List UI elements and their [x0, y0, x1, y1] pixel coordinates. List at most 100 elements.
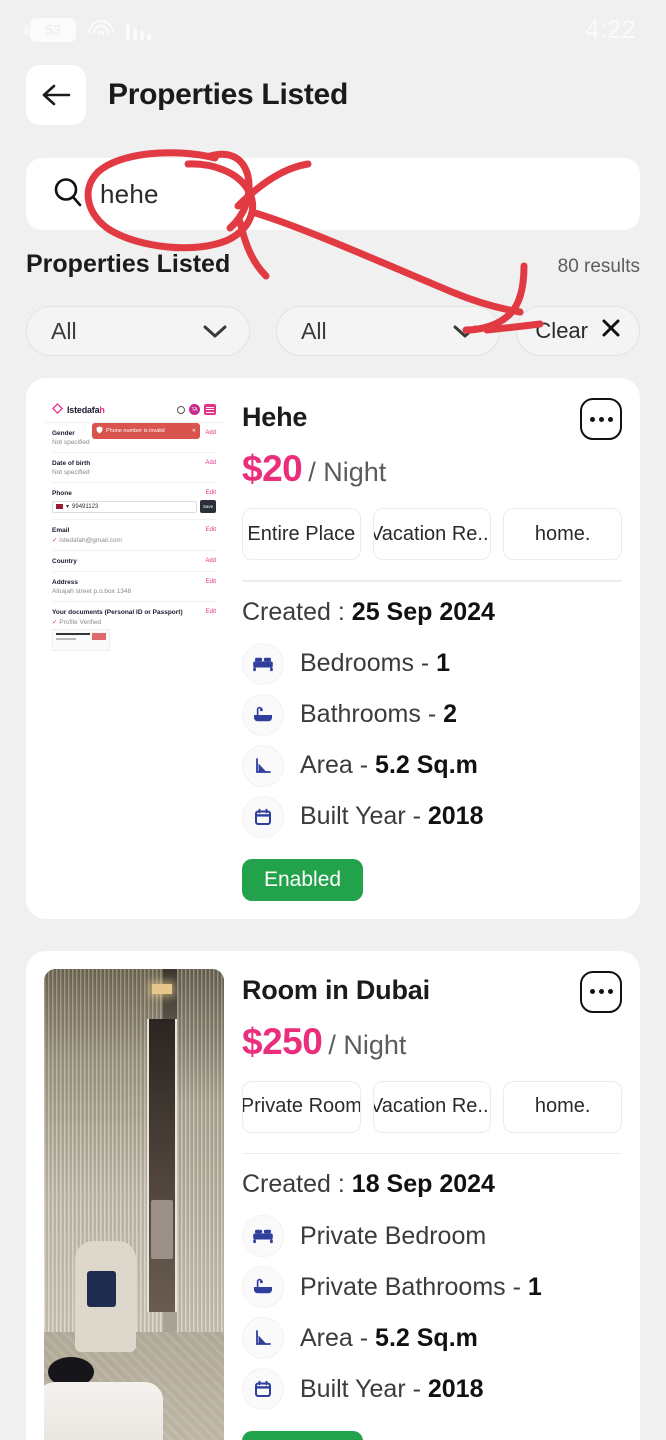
bathtub-icon [242, 693, 284, 736]
detail-label: Built Year - [300, 802, 421, 830]
detail-value: 2018 [427, 1374, 484, 1403]
form-row-country: Country Add [52, 551, 216, 572]
bed-icon [242, 1215, 284, 1257]
bathtub-icon [242, 1266, 284, 1308]
bed-icon [242, 642, 284, 685]
form-row-dob: Date of birth Not specified Add [52, 453, 216, 483]
istedafah-diamond-icon [52, 403, 63, 416]
search-value: hehe [100, 178, 159, 209]
form-shot-header: Istedafah TA [44, 396, 224, 423]
detail-row-bedrooms: Private Bedroom [242, 1215, 622, 1257]
status-badge: Enabled [242, 858, 364, 901]
more-options-icon[interactable] [580, 398, 622, 440]
property-tag[interactable]: Vacation Re... [372, 508, 492, 560]
calendar-icon [242, 795, 284, 838]
detail-text: Built Year - 2018 [300, 1375, 484, 1404]
globe-icon [177, 405, 185, 414]
form-row-action: Add [205, 558, 216, 564]
hamburger-icon [204, 404, 216, 415]
search-input[interactable]: hehe [26, 158, 640, 230]
phone-field-row: ▾ 99491123 Save [52, 500, 216, 513]
detail-label: Built Year - [300, 1374, 421, 1403]
created-date: 18 Sep 2024 [351, 1170, 495, 1198]
document-preview [52, 629, 110, 651]
property-created: Created : 25 Sep 2024 [242, 598, 622, 627]
phone-input: ▾ 99491123 [52, 500, 197, 513]
detail-label: Private Bathrooms - [300, 1272, 521, 1301]
flag-icon [56, 504, 63, 509]
form-row-label: Date of birth [52, 460, 91, 467]
form-row-label: Address [52, 579, 79, 586]
detail-text: Bedrooms - 1 [300, 649, 450, 678]
property-price-row: $250 / Night [242, 1021, 622, 1063]
detail-value: 2 [443, 700, 458, 728]
section-header: Properties Listed 80 results [26, 250, 640, 279]
chevron-down-icon [453, 318, 477, 345]
detail-value: 5.2 Sq.m [375, 1323, 478, 1352]
divider [242, 1152, 622, 1154]
detail-label: Bedrooms - [300, 649, 430, 677]
property-tag[interactable]: Private Room [242, 1080, 361, 1133]
back-button[interactable] [26, 65, 86, 125]
property-card-body: Room in Dubai $250 / Night Private Room … [242, 969, 623, 1440]
property-tag[interactable]: Entire Place [242, 508, 361, 560]
property-price-unit: / Night [328, 1029, 407, 1060]
phone-value: 99491123 [72, 503, 99, 510]
property-card[interactable]: Istedafah TA Phone number is invalid ✕ G… [26, 378, 640, 919]
property-price-row: $20 / Night [242, 448, 622, 490]
filter-dropdown-1[interactable]: All [26, 306, 250, 356]
signal-bars-icon [126, 20, 151, 40]
form-row-action: Add [205, 430, 216, 436]
form-row-value: Alnajah street p.o.box 1348 [52, 588, 132, 595]
created-label: Created : [242, 1170, 345, 1198]
page-title: Properties Listed [108, 78, 348, 111]
filter-dropdown-2[interactable]: All [276, 306, 500, 356]
form-shot-header-icons: TA [177, 404, 216, 415]
detail-value: 5.2 Sq.m [375, 751, 478, 779]
chevron-down-icon [203, 318, 227, 345]
detail-value: 1 [436, 649, 451, 677]
form-row-email: Email ✓ istedafah@gmail.com Edit [52, 520, 216, 551]
detail-label: Bathrooms - [300, 700, 437, 728]
more-options-icon[interactable] [580, 970, 622, 1013]
divider [242, 580, 622, 582]
clear-filters-button[interactable]: Clear [516, 306, 640, 356]
property-details: Private Bedroom Private Bathrooms - 1 Ar… [242, 1215, 622, 1410]
detail-row-bedrooms: Bedrooms - 1 [242, 642, 622, 685]
save-button: Save [200, 500, 216, 513]
form-row-label: Phone [52, 490, 72, 497]
property-tag[interactable]: Vacation Re... [372, 1080, 492, 1133]
verified-text: Profile Verified [59, 619, 102, 626]
status-badge: Enabled [242, 1431, 364, 1440]
created-date: 25 Sep 2024 [351, 597, 495, 626]
property-thumbnail[interactable]: Istedafah TA Phone number is invalid ✕ G… [44, 396, 224, 901]
detail-text: Bathrooms - 2 [300, 700, 457, 729]
form-row-action: Edit [205, 579, 216, 585]
chevron-down-icon: ▾ [66, 504, 70, 510]
created-label: Created : [242, 597, 345, 626]
form-row-action: Edit [205, 609, 216, 615]
property-title: Room in Dubai [242, 974, 430, 1005]
property-tag[interactable]: home. [503, 1080, 623, 1133]
area-icon [242, 744, 284, 787]
status-bar-left: 53 [24, 18, 151, 42]
property-thumbnail[interactable] [44, 968, 224, 1440]
detail-row-area: Area - 5.2 Sq.m [242, 744, 622, 787]
avatar: TA [189, 404, 200, 415]
form-shot-rows: Gender Not specified Add Date of birth N… [44, 423, 224, 657]
property-tags: Entire Place Vacation Re... home. [242, 508, 623, 560]
detail-row-bathrooms: Private Bathrooms - 1 [242, 1266, 622, 1308]
detail-value: 2018 [427, 802, 484, 830]
form-row-action: Add [205, 460, 216, 466]
property-price: $20 [242, 448, 303, 489]
property-card[interactable]: Room in Dubai $250 / Night Private Room … [26, 950, 640, 1440]
arrow-left-icon [41, 83, 71, 107]
status-bar: 53 4:22 [0, 0, 666, 60]
detail-row-built-year: Built Year - 2018 [242, 795, 622, 838]
form-row-value: ✓ istedafah@gmail.com [52, 536, 216, 544]
property-card-body: Hehe $20 / Night Entire Place Vacation R… [242, 396, 623, 901]
form-row-label: Gender [52, 430, 75, 437]
property-tag[interactable]: home. [503, 508, 623, 560]
form-row-gender: Gender Not specified Add [52, 423, 216, 453]
form-row-value: ✓ Profile Verified [52, 618, 216, 626]
